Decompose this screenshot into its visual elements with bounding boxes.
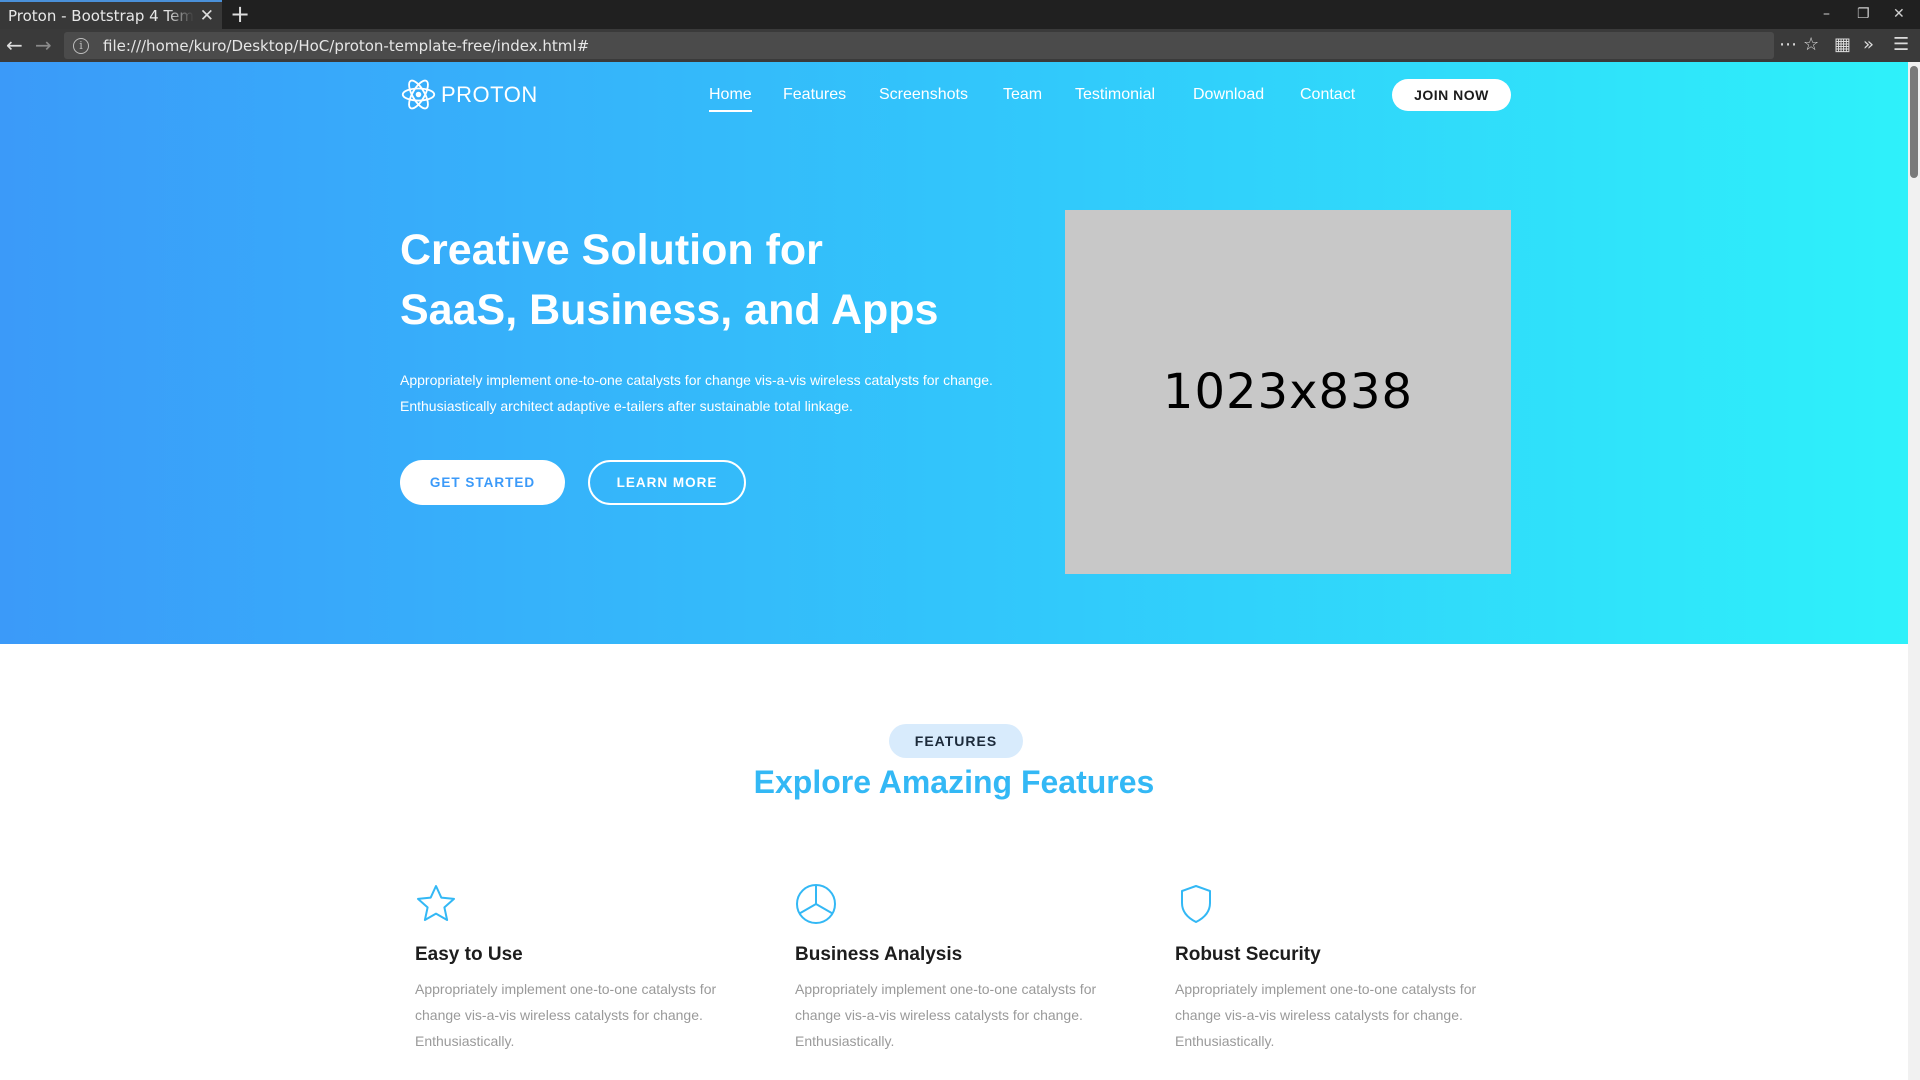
- hero-title-line-2: SaaS, Business, and Apps: [400, 286, 939, 334]
- nav-team[interactable]: Team: [1003, 86, 1042, 104]
- nav-testimonial[interactable]: Testimonial: [1075, 86, 1155, 104]
- star-icon: [417, 885, 455, 921]
- feature-text-line: change vis-a-vis wireless catalysts for …: [795, 1007, 1083, 1023]
- feature-text-line: Enthusiastically.: [795, 1033, 895, 1049]
- shield-icon: [1181, 885, 1211, 923]
- restore-icon[interactable]: ❐: [1857, 5, 1870, 23]
- minimize-icon[interactable]: –: [1823, 5, 1830, 23]
- nav-download[interactable]: Download: [1193, 86, 1264, 104]
- feature-title: Business Analysis: [795, 944, 963, 965]
- feature-text-line: change vis-a-vis wireless catalysts for …: [1175, 1007, 1463, 1023]
- hero-subtitle: Appropriately implement one-to-one catal…: [400, 367, 1040, 419]
- feature-title: Robust Security: [1175, 944, 1321, 965]
- features-badge: FEATURES: [889, 724, 1023, 758]
- back-arrow-icon[interactable]: ←: [6, 34, 23, 56]
- feature-card: Easy to Use Appropriately implement one-…: [415, 882, 745, 1054]
- page-scrollbar[interactable]: [1908, 62, 1920, 1080]
- feature-text-line: Enthusiastically.: [415, 1033, 515, 1049]
- get-started-button[interactable]: GET STARTED: [400, 460, 565, 505]
- browser-tab[interactable]: Proton - Bootstrap 4 Template ✕: [0, 0, 222, 29]
- hamburger-menu-icon[interactable]: ☰: [1893, 34, 1909, 56]
- learn-more-button[interactable]: LEARN MORE: [588, 460, 746, 505]
- hero-title: Creative Solution for SaaS, Business, an…: [400, 220, 1040, 340]
- library-icon[interactable]: ▦: [1834, 34, 1851, 56]
- feature-text-line: Appropriately implement one-to-one catal…: [415, 981, 717, 997]
- browser-tab-bar: Proton - Bootstrap 4 Template ✕ + – ❐ ✕: [0, 0, 1920, 29]
- scroll-thumb[interactable]: [1910, 66, 1918, 178]
- hero-subtitle-line-1: Appropriately implement one-to-one catal…: [400, 372, 993, 388]
- new-tab-button[interactable]: +: [230, 1, 250, 27]
- features-title: Explore Amazing Features: [753, 764, 1155, 800]
- browser-toolbar: ← → i file:///home/kuro/Desktop/HoC/prot…: [0, 29, 1920, 62]
- page-viewport: PROTON Home Features Screenshots Team Te…: [0, 62, 1920, 1080]
- nav-screenshots[interactable]: Screenshots: [879, 86, 968, 104]
- feature-text-line: change vis-a-vis wireless catalysts for …: [415, 1007, 703, 1023]
- hero-title-line-1: Creative Solution for: [400, 226, 823, 274]
- hero-subtitle-line-2: Enthusiastically architect adaptive e-ta…: [400, 398, 853, 414]
- nav-features[interactable]: Features: [783, 86, 846, 104]
- feature-card: Robust Security Appropriately implement …: [1175, 882, 1505, 1054]
- feature-card: Business Analysis Appropriately implemen…: [795, 882, 1125, 1054]
- more-icon[interactable]: ⋯: [1779, 34, 1797, 56]
- pie-chart-icon: [796, 884, 836, 924]
- brand[interactable]: PROTON: [400, 76, 538, 113]
- close-window-icon[interactable]: ✕: [1893, 5, 1905, 23]
- nav-contact[interactable]: Contact: [1300, 86, 1355, 104]
- hero-section: PROTON Home Features Screenshots Team Te…: [0, 62, 1908, 644]
- info-icon[interactable]: i: [73, 37, 89, 54]
- feature-text-line: Appropriately implement one-to-one catal…: [1175, 981, 1477, 997]
- address-bar[interactable]: i file:///home/kuro/Desktop/HoC/proton-t…: [64, 32, 1774, 59]
- feature-text: Appropriately implement one-to-one catal…: [415, 976, 745, 1054]
- nav-home[interactable]: Home: [709, 86, 752, 112]
- feature-text-line: Appropriately implement one-to-one catal…: [795, 981, 1097, 997]
- close-tab-icon[interactable]: ✕: [200, 6, 214, 26]
- join-now-button[interactable]: JOIN NOW: [1392, 79, 1511, 111]
- feature-text: Appropriately implement one-to-one catal…: [795, 976, 1125, 1054]
- feature-text: Appropriately implement one-to-one catal…: [1175, 976, 1505, 1054]
- placeholder-size-label: 1023x838: [1162, 364, 1414, 420]
- atom-logo-icon: [401, 79, 436, 110]
- url-text[interactable]: file:///home/kuro/Desktop/HoC/proton-tem…: [103, 37, 589, 55]
- feature-text-line: Enthusiastically.: [1175, 1033, 1275, 1049]
- bookmark-star-icon[interactable]: ☆: [1803, 34, 1819, 56]
- forward-arrow-icon[interactable]: →: [35, 34, 52, 56]
- hero-image-placeholder: 1023x838: [1065, 210, 1511, 574]
- feature-title: Easy to Use: [415, 944, 523, 965]
- brand-name: PROTON: [441, 81, 538, 107]
- tab-title: Proton - Bootstrap 4 Template: [8, 6, 194, 25]
- overflow-icon[interactable]: »: [1863, 34, 1874, 56]
